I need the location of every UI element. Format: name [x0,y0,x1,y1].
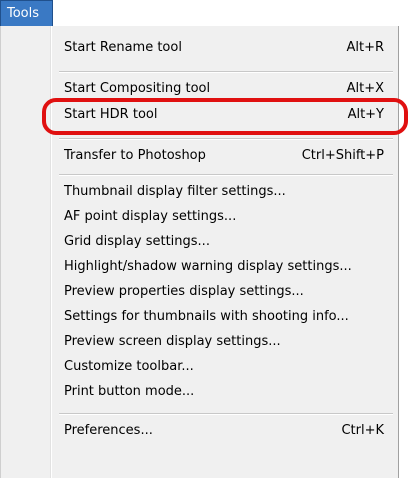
menu-item-grid-display-settings[interactable]: Grid display settings... [1,230,398,254]
red-highlight-annotation [42,98,408,135]
menu-item-label: Print button mode... [64,384,195,399]
menu-item-label: Settings for thumbnails with shooting in… [64,309,349,324]
menu-item-label: AF point display settings... [64,209,237,224]
menu-item-start-rename-tool[interactable]: Start Rename tool Alt+R [1,36,398,60]
menu-separator [59,71,393,73]
menu-item-label: Transfer to Photoshop [64,148,206,163]
menu-separator [59,413,393,415]
menu-item-highlight-shadow-warning-display-settings[interactable]: Highlight/shadow warning display setting… [1,255,398,279]
menu-item-label: Preview screen display settings... [64,334,281,349]
menu-item-label: Preview properties display settings... [64,284,304,299]
menu-tools[interactable]: Tools [0,0,53,27]
menu-item-thumbnail-display-filter-settings[interactable]: Thumbnail display filter settings... [1,180,398,204]
menu-separator [59,138,393,140]
menu-tools-label: Tools [7,6,40,21]
menu-item-settings-for-thumbnails-with-shooting-info[interactable]: Settings for thumbnails with shooting in… [1,305,398,329]
menu-item-label: Start Rename tool [64,40,182,55]
menu-item-customize-toolbar[interactable]: Customize toolbar... [1,355,398,379]
menu-item-shortcut: Ctrl+K [341,423,384,438]
menu-item-label: Highlight/shadow warning display setting… [64,259,352,274]
menu-item-preferences[interactable]: Preferences... Ctrl+K [1,419,398,443]
menu-item-preview-screen-display-settings[interactable]: Preview screen display settings... [1,330,398,354]
tools-dropdown-menu: Start Rename tool Alt+R Start Compositin… [0,26,399,478]
menu-item-label: Customize toolbar... [64,359,194,374]
menu-item-af-point-display-settings[interactable]: AF point display settings... [1,205,398,229]
menu-item-label: Thumbnail display filter settings... [64,184,286,199]
menu-item-transfer-to-photoshop[interactable]: Transfer to Photoshop Ctrl+Shift+P [1,144,398,168]
menu-item-shortcut: Alt+R [346,40,384,55]
menu-item-label: Grid display settings... [64,234,210,249]
menu-separator [59,174,393,176]
menu-item-shortcut: Ctrl+Shift+P [301,148,384,163]
menu-item-preview-properties-display-settings[interactable]: Preview properties display settings... [1,280,398,304]
menu-item-print-button-mode[interactable]: Print button mode... [1,380,398,404]
menu-item-label: Preferences... [64,423,153,438]
